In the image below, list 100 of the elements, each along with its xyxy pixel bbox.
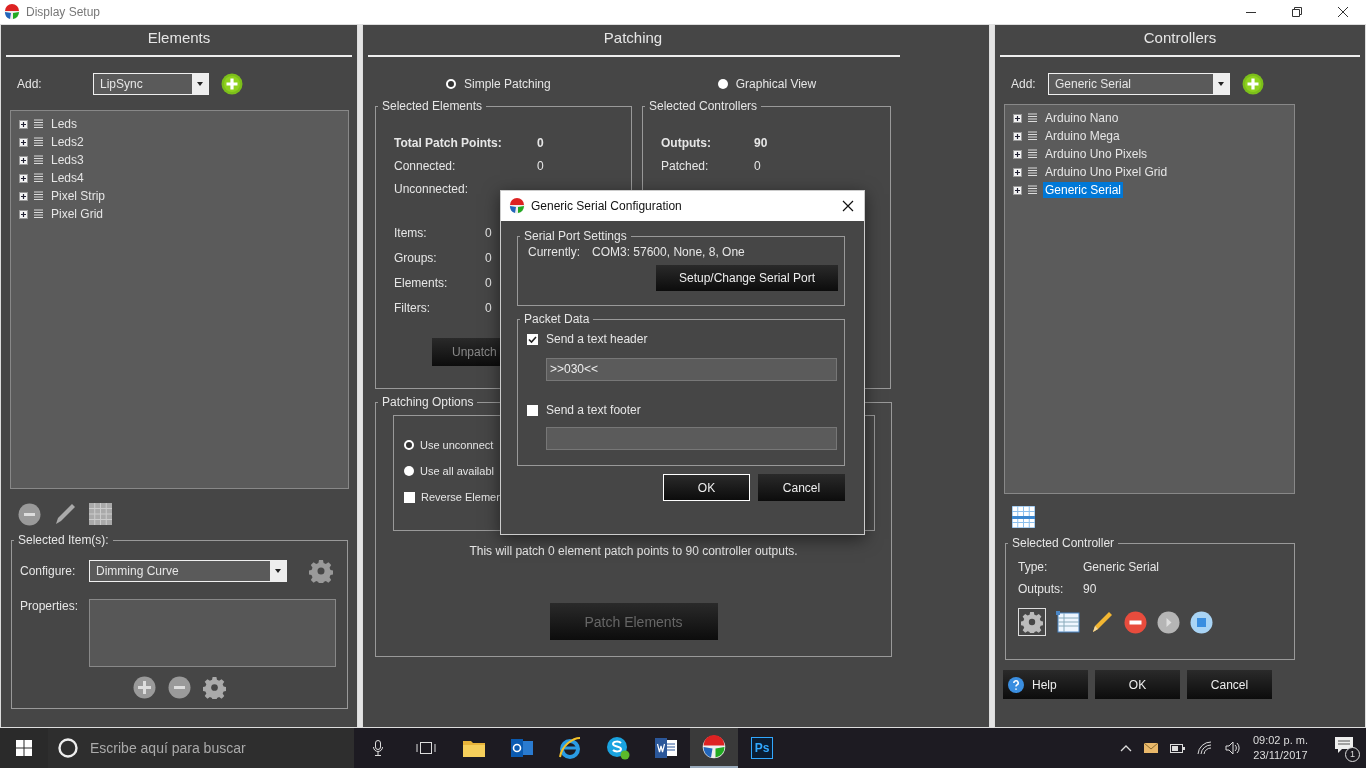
list-icon bbox=[34, 137, 43, 147]
grid-icon[interactable] bbox=[1012, 506, 1035, 528]
chevron-up-icon[interactable] bbox=[1119, 744, 1132, 752]
tree-item[interactable]: Leds2 bbox=[49, 134, 86, 150]
stop-icon[interactable] bbox=[1190, 610, 1213, 634]
list-icon bbox=[34, 155, 43, 165]
dropdown[interactable]: LipSync bbox=[93, 73, 209, 95]
stat-value: 0 bbox=[537, 135, 544, 150]
clock-date[interactable]: 23/11/2017 bbox=[1253, 748, 1308, 763]
dialog-button[interactable]: Cancel bbox=[758, 474, 845, 501]
add-circle-icon[interactable] bbox=[133, 676, 156, 699]
tree-item[interactable]: Leds3 bbox=[49, 152, 86, 168]
close-icon[interactable] bbox=[1338, 7, 1348, 17]
tree-item[interactable]: Arduino Uno Pixels bbox=[1043, 146, 1150, 162]
tree-item[interactable]: Leds4 bbox=[49, 170, 86, 186]
battery-icon[interactable] bbox=[1169, 743, 1185, 753]
settings-icon[interactable] bbox=[203, 676, 226, 699]
windows-icon[interactable] bbox=[16, 740, 32, 756]
expand-icon[interactable] bbox=[19, 155, 28, 165]
settings-icon[interactable] bbox=[309, 559, 333, 583]
group-label: Selected Controller bbox=[1011, 536, 1116, 550]
checkbox[interactable] bbox=[527, 333, 538, 345]
add-icon[interactable] bbox=[1242, 73, 1264, 95]
browser-icon[interactable] bbox=[559, 737, 581, 759]
mode-label[interactable]: Graphical View bbox=[735, 77, 817, 91]
help-icon bbox=[1008, 676, 1024, 693]
expand-icon[interactable] bbox=[19, 119, 28, 129]
dropdown[interactable]: Generic Serial bbox=[1048, 73, 1230, 95]
window-title: Display Setup bbox=[26, 5, 101, 19]
header-field[interactable]: >>030<< bbox=[546, 358, 837, 381]
tree-item[interactable]: Pixel Grid bbox=[49, 206, 105, 222]
expand-icon[interactable] bbox=[19, 137, 28, 147]
list-icon bbox=[1028, 131, 1037, 141]
expand-icon[interactable] bbox=[19, 173, 28, 183]
expand-icon[interactable] bbox=[1013, 113, 1022, 123]
notifications-button[interactable]: 1 bbox=[1334, 736, 1358, 760]
dropdown[interactable]: Dimming Curve bbox=[89, 560, 287, 582]
setup-serial-port-button[interactable]: Setup/Change Serial Port bbox=[656, 265, 838, 291]
checkbox[interactable] bbox=[527, 404, 538, 416]
help-button[interactable]: Help bbox=[1003, 670, 1088, 699]
option-label[interactable]: Use all availabl bbox=[420, 465, 494, 477]
option-label[interactable]: Use unconnect bbox=[420, 439, 494, 451]
radio-button[interactable] bbox=[717, 79, 728, 89]
tree-item[interactable]: Arduino Nano bbox=[1043, 110, 1121, 126]
photo-editor-taskbar-button[interactable]: Ps bbox=[751, 737, 773, 759]
minus-circle-icon[interactable] bbox=[168, 676, 191, 699]
app-logo-icon[interactable] bbox=[702, 735, 726, 759]
task-view-icon[interactable] bbox=[416, 740, 436, 756]
microphone-icon[interactable] bbox=[373, 740, 383, 756]
table-icon[interactable] bbox=[1056, 611, 1080, 633]
group-label: Serial Port Settings bbox=[523, 229, 628, 243]
minus-circle-icon[interactable] bbox=[18, 502, 41, 526]
footer-field[interactable] bbox=[546, 427, 837, 450]
radio-button[interactable] bbox=[404, 466, 414, 476]
chat-app-icon[interactable] bbox=[606, 736, 630, 760]
group-label: Selected Controllers bbox=[648, 99, 759, 113]
search-field[interactable]: Escribe aquí para buscar bbox=[88, 739, 342, 757]
clock-time[interactable]: 09:02 p. m. bbox=[1252, 733, 1308, 748]
stat-label: Items: bbox=[394, 225, 428, 240]
volume-icon[interactable] bbox=[1224, 741, 1241, 755]
properties-label: Properties: bbox=[20, 599, 80, 615]
dialog-button[interactable]: OK bbox=[663, 474, 750, 501]
folder-icon[interactable] bbox=[463, 739, 485, 757]
add-icon[interactable] bbox=[221, 73, 243, 95]
checkbox-label[interactable]: Send a text footer bbox=[546, 403, 641, 417]
stat-label: Unconnected: bbox=[394, 181, 470, 196]
dialog-button[interactable]: OK bbox=[1095, 670, 1180, 699]
remove-icon[interactable] bbox=[1124, 610, 1147, 634]
search-box[interactable]: Escribe aquí para buscar bbox=[48, 728, 354, 768]
radio-button[interactable] bbox=[404, 440, 414, 450]
mail-icon[interactable] bbox=[1143, 743, 1158, 753]
stat-value: 0 bbox=[485, 275, 492, 290]
expand-icon[interactable] bbox=[19, 209, 28, 219]
expand-icon[interactable] bbox=[1013, 167, 1022, 177]
mail-app-icon[interactable] bbox=[511, 738, 533, 758]
checkbox[interactable] bbox=[404, 491, 415, 503]
expand-icon[interactable] bbox=[1013, 185, 1022, 195]
tree-item[interactable]: Leds bbox=[49, 116, 80, 132]
tree-item[interactable]: Generic Serial bbox=[1043, 182, 1124, 198]
mode-label[interactable]: Simple Patching bbox=[464, 77, 551, 91]
info-value: Generic Serial bbox=[1083, 560, 1160, 574]
pencil-icon[interactable] bbox=[1090, 610, 1114, 634]
close-icon[interactable] bbox=[842, 200, 854, 212]
play-icon[interactable] bbox=[1157, 610, 1180, 634]
tree-item[interactable]: Arduino Mega bbox=[1043, 128, 1122, 144]
expand-icon[interactable] bbox=[1013, 131, 1022, 141]
expand-icon[interactable] bbox=[1013, 149, 1022, 159]
stat-value: 0 bbox=[485, 300, 492, 315]
caret-icon bbox=[275, 569, 281, 573]
tree-item[interactable]: Arduino Uno Pixel Grid bbox=[1043, 164, 1170, 180]
wifi-icon[interactable] bbox=[1196, 741, 1213, 755]
group-label: Packet Data bbox=[523, 312, 591, 326]
tree-item[interactable]: Pixel Strip bbox=[49, 188, 108, 204]
document-app-icon[interactable] bbox=[655, 738, 677, 758]
pencil-icon[interactable] bbox=[53, 502, 77, 526]
expand-icon[interactable] bbox=[19, 191, 28, 201]
restore-icon[interactable] bbox=[1292, 7, 1302, 17]
radio-button[interactable] bbox=[446, 79, 456, 89]
caret-icon bbox=[197, 82, 203, 86]
dialog-button[interactable]: Cancel bbox=[1187, 670, 1272, 699]
